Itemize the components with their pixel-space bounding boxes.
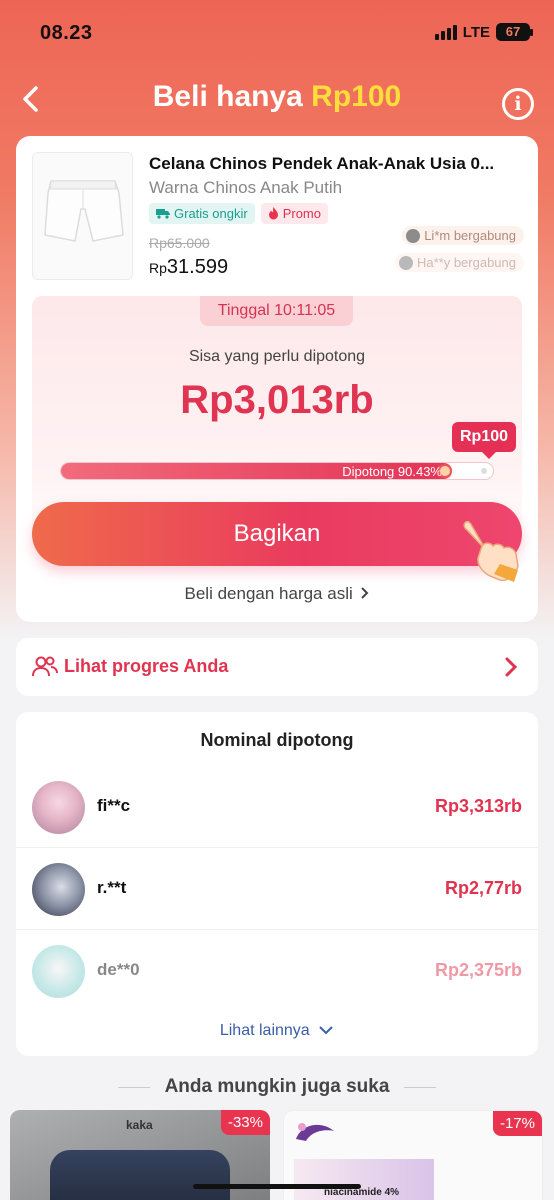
page-title: Beli hanya Rp100 [0, 80, 554, 114]
signal-icon [434, 24, 457, 40]
pointing-hand-icon [463, 520, 519, 582]
status-time: 08.23 [40, 22, 93, 44]
truck-icon [156, 209, 170, 219]
promo-label: Promo [282, 206, 321, 221]
free-shipping-tag: Gratis ongkir [149, 203, 255, 224]
avatar [32, 945, 85, 998]
avatar [398, 255, 413, 270]
title-price: Rp100 [311, 80, 402, 113]
recommendations-title: Anda mungkin juga suka [164, 1076, 390, 1097]
list-item[interactable]: r.**t Rp2,77rb [16, 848, 538, 930]
see-more-link[interactable]: Lihat lainnya [16, 1022, 538, 1040]
product-tags: Gratis ongkir Promo [149, 203, 328, 224]
discount-badge: -17% [492, 1111, 542, 1136]
network-label: LTE [462, 23, 490, 41]
chevron-down-icon [319, 1026, 333, 1035]
joined-badge: Ha**y bergabung [394, 253, 524, 272]
home-indicator[interactable] [193, 1184, 361, 1189]
cut-progress-bar: Dipotong 90.43% [60, 462, 494, 480]
product-card: Celana Chinos Pendek Anak-Anak Usia 0...… [16, 136, 538, 622]
product-name[interactable]: Celana Chinos Pendek Anak-Anak Usia 0... [149, 154, 519, 174]
remaining-label: Sisa yang perlu dipotong [188, 348, 366, 365]
user-name: fi**c [97, 796, 131, 815]
cut-progress-text: Dipotong 90.43% [342, 464, 442, 479]
avatar [32, 863, 85, 916]
divider [404, 1087, 436, 1088]
cut-amount: Rp3,313rb [434, 796, 522, 816]
cut-amount: Rp2,77rb [444, 878, 522, 898]
product-photo [50, 1150, 230, 1200]
users-icon [32, 656, 58, 677]
shorts-image [44, 180, 124, 242]
cut-list: Nominal dipotong fi**c Rp3,313rb r.**t R… [16, 712, 538, 1056]
list-item[interactable]: de**0 Rp2,375rb [16, 930, 538, 1012]
free-shipping-label: Gratis ongkir [174, 206, 248, 221]
joined-badge: Li*m bergabung [402, 226, 524, 245]
view-progress-row[interactable]: Lihat progres Anda [16, 638, 538, 696]
user-name: de**0 [97, 960, 140, 979]
share-button[interactable]: Bagikan [32, 502, 522, 566]
user-name: r.**t [97, 878, 127, 897]
brand-logo: kaka [126, 1118, 153, 1132]
price-currency: Rp [149, 260, 167, 276]
brand-logo [296, 1123, 334, 1141]
original-price: Rp65.000 [149, 235, 210, 251]
progress-marker [440, 466, 450, 476]
joined-text: Li*m bergabung [424, 228, 516, 243]
joined-text: Ha**y bergabung [416, 255, 516, 270]
buy-original-link[interactable]: Beli dengan harga asli [16, 584, 538, 604]
see-more-label: Lihat lainnya [219, 1022, 310, 1039]
status-bar: 08.23 LTE 67 [40, 20, 533, 46]
progress-end-marker [481, 468, 487, 474]
remaining-amount: Rp3,013rb [180, 378, 374, 422]
fire-icon [268, 207, 278, 220]
target-price-bubble: Rp100 [452, 422, 517, 459]
view-progress-label: Lihat progres Anda [64, 656, 229, 676]
list-item[interactable]: fi**c Rp3,313rb [16, 766, 538, 848]
title-bar: Beli hanya Rp100 i [0, 76, 554, 122]
title-text: Beli hanya [152, 80, 312, 113]
status-indicators: LTE 67 [434, 23, 533, 41]
battery-icon: 67 [496, 23, 533, 41]
cut-list-title: Nominal dipotong [200, 730, 354, 750]
cut-progress-fill: Dipotong 90.43% [61, 463, 452, 479]
product-variant: Warna Chinos Anak Putih [149, 178, 343, 197]
chevron-right-icon [361, 587, 369, 599]
info-icon[interactable]: i [502, 88, 534, 120]
buy-original-label: Beli dengan harga asli [184, 584, 353, 603]
price-value: 31.599 [166, 256, 229, 278]
avatar [32, 781, 85, 834]
current-price: Rp31.599 [149, 256, 228, 279]
avatar [406, 228, 421, 243]
promo-tag: Promo [260, 203, 328, 224]
product-image[interactable] [32, 152, 133, 280]
chevron-right-icon [505, 657, 518, 677]
countdown-timer: Tinggal 10:11:05 [200, 296, 353, 326]
cut-amount: Rp2,375rb [434, 960, 522, 980]
discount-badge: -33% [220, 1110, 270, 1135]
